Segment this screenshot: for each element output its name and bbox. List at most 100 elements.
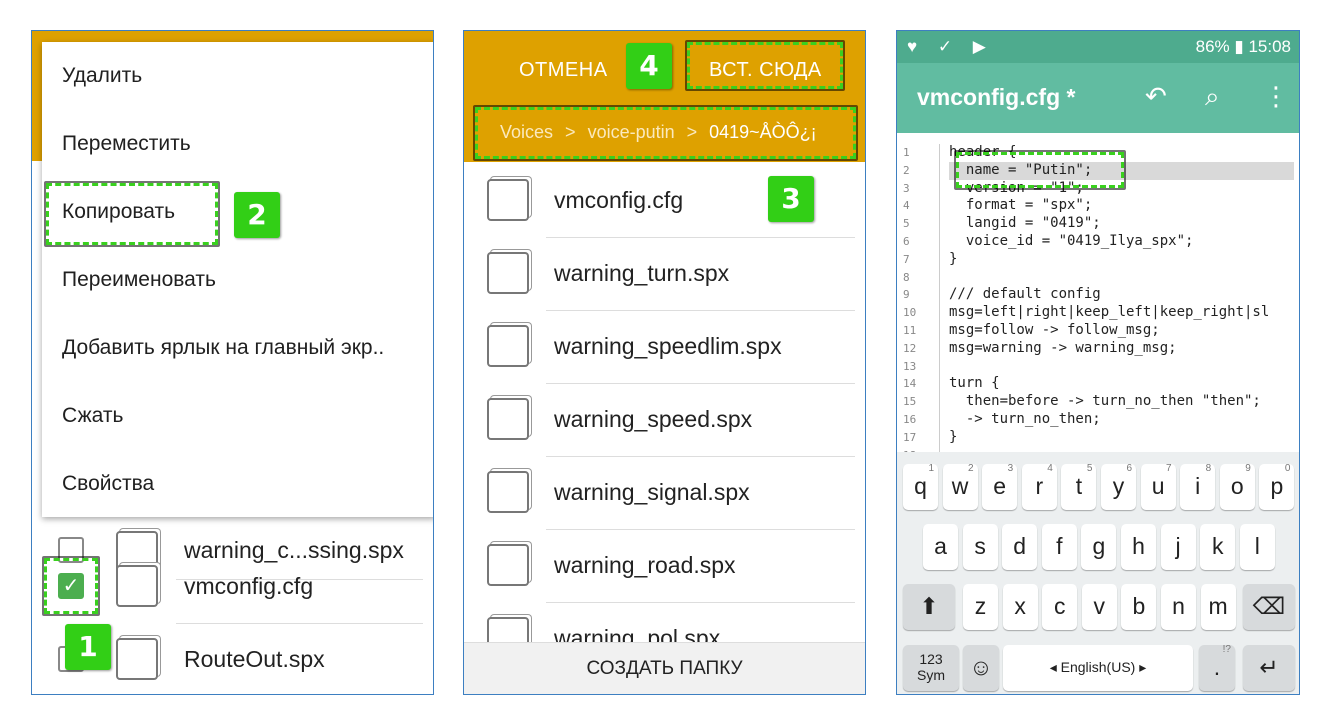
- code-line[interactable]: then=before -> turn_no_then "then";: [949, 393, 1269, 411]
- line-number: 15: [903, 395, 917, 409]
- space-bar[interactable]: ◂ English(US) ▸: [1003, 645, 1193, 691]
- enter-icon[interactable]: ↵: [1243, 645, 1295, 691]
- key-j[interactable]: j: [1160, 524, 1196, 570]
- line-number: 12: [903, 341, 917, 355]
- code-line[interactable]: [949, 269, 1269, 287]
- code-editor[interactable]: 123456789101112131415161718 header { nam…: [897, 134, 1299, 453]
- code-line[interactable]: -> turn_no_then;: [949, 411, 1269, 429]
- menu-item-properties[interactable]: Свойства: [42, 450, 433, 518]
- file-row[interactable]: warning_turn.spx: [464, 238, 865, 311]
- code-line[interactable]: header {: [949, 144, 1269, 162]
- file-name: warning_turn.spx: [554, 260, 730, 286]
- search-icon[interactable]: ⌕: [1205, 81, 1220, 113]
- sym-key[interactable]: 123 Sym: [903, 645, 959, 691]
- line-number: 7: [903, 252, 910, 266]
- file-row[interactable]: warning_speed.spx: [464, 384, 865, 457]
- code-line[interactable]: msg=warning -> warning_msg;: [949, 340, 1269, 358]
- chevron-right-icon: >: [686, 122, 698, 142]
- key-z[interactable]: z: [963, 584, 998, 630]
- line-number: 17: [903, 430, 917, 444]
- file-row[interactable]: warning_speedlim.spx: [464, 311, 865, 384]
- period-key[interactable]: !?.: [1199, 644, 1235, 691]
- paste-here-button[interactable]: ВСТ. СЮДА: [709, 59, 822, 82]
- panel-editor: ♥ ✓ ▶ 86% ▮ 15:08 vmconfig.cfg * ↶ ⌕ ⋮ 1…: [896, 30, 1300, 695]
- file-row[interactable]: warning_signal.spx: [464, 457, 865, 530]
- key-r[interactable]: 4r: [1021, 463, 1057, 510]
- line-number: 1: [903, 146, 910, 159]
- key-y[interactable]: 6y: [1101, 463, 1136, 510]
- code-line[interactable]: msg=left|right|keep_left|keep_right|sl: [949, 304, 1269, 322]
- menu-item-delete[interactable]: Удалить: [42, 42, 433, 110]
- key-w[interactable]: 2w: [942, 463, 978, 510]
- key-h[interactable]: h: [1121, 524, 1156, 570]
- status-bar: ♥ ✓ ▶ 86% ▮ 15:08: [897, 31, 1299, 63]
- key-t[interactable]: 5t: [1061, 463, 1097, 510]
- crumb-current[interactable]: 0419~ÅÒÔ¿¡: [709, 122, 817, 142]
- code-line[interactable]: name = "Putin";: [949, 162, 1269, 180]
- context-menu: Удалить Переместить Копировать Переимено…: [42, 42, 433, 518]
- code-line[interactable]: }: [949, 251, 1269, 269]
- key-v[interactable]: v: [1081, 584, 1117, 630]
- key-g[interactable]: g: [1081, 524, 1117, 570]
- file-icon: [487, 179, 529, 221]
- key-b[interactable]: b: [1121, 584, 1157, 630]
- code-line[interactable]: langid = "0419";: [949, 215, 1269, 233]
- menu-item-move[interactable]: Переместить: [42, 110, 433, 178]
- line-number: 3: [903, 181, 910, 195]
- line-number: 13: [903, 359, 917, 373]
- code-line[interactable]: turn {: [949, 375, 1269, 393]
- key-m[interactable]: m: [1200, 584, 1236, 630]
- line-number-gutter: 123456789101112131415161718: [897, 144, 940, 452]
- soft-keyboard: 123 Sym ☺ ◂ English(US) ▸ !?. ↵ ⬆ ⌫ 1q2w…: [897, 452, 1299, 694]
- file-icon: [487, 544, 529, 586]
- key-k[interactable]: k: [1200, 524, 1236, 570]
- menu-item-compress[interactable]: Сжать: [42, 382, 433, 450]
- line-number: 11: [903, 323, 917, 337]
- file-row[interactable]: warning_road.spx: [464, 530, 865, 603]
- code-line[interactable]: msg=follow -> follow_msg;: [949, 322, 1269, 340]
- key-n[interactable]: n: [1161, 584, 1196, 630]
- menu-item-rename[interactable]: Переименовать: [42, 246, 433, 314]
- editor-appbar: vmconfig.cfg * ↶ ⌕ ⋮: [897, 63, 1299, 133]
- file-row[interactable]: ✓ vmconfig.cfg: [32, 551, 433, 624]
- key-e[interactable]: 3e: [982, 463, 1018, 510]
- key-l[interactable]: l: [1239, 524, 1275, 570]
- shift-icon[interactable]: ⬆: [903, 584, 955, 630]
- code-line[interactable]: format = "spx";: [949, 197, 1269, 215]
- key-a[interactable]: a: [923, 524, 958, 570]
- code-line[interactable]: [949, 358, 1269, 376]
- code-line[interactable]: }: [949, 429, 1269, 447]
- code-line[interactable]: version = "1";: [949, 180, 1269, 198]
- key-u[interactable]: 7u: [1140, 463, 1176, 510]
- line-number: 16: [903, 412, 917, 426]
- key-x[interactable]: x: [1002, 584, 1038, 630]
- step-badge-4: 4: [626, 43, 672, 89]
- key-f[interactable]: f: [1041, 524, 1077, 570]
- file-name: vmconfig.cfg: [554, 187, 684, 213]
- key-c[interactable]: c: [1042, 584, 1078, 630]
- create-folder-button[interactable]: СОЗДАТЬ ПАПКУ: [464, 642, 865, 694]
- line-number: 14: [903, 377, 917, 391]
- undo-icon[interactable]: ↶: [1145, 81, 1167, 112]
- emoji-icon[interactable]: ☺: [963, 645, 999, 691]
- key-o[interactable]: 9o: [1219, 463, 1255, 510]
- key-i[interactable]: 8i: [1180, 463, 1216, 510]
- cancel-button[interactable]: ОТМЕНА: [519, 59, 608, 82]
- row-checkbox-checked[interactable]: ✓: [58, 573, 84, 599]
- key-d[interactable]: d: [1002, 524, 1038, 570]
- menu-item-add-shortcut[interactable]: Добавить ярлык на главный экр..: [42, 314, 433, 382]
- code-line[interactable]: /// default config: [949, 286, 1269, 304]
- key-q[interactable]: 1q: [903, 463, 938, 510]
- key-p[interactable]: 0p: [1259, 463, 1295, 510]
- line-number: 9: [903, 288, 910, 302]
- file-name: warning_speed.spx: [554, 406, 753, 432]
- overflow-menu-icon[interactable]: ⋮: [1263, 81, 1289, 112]
- crumb-voice-putin[interactable]: voice-putin: [588, 122, 675, 142]
- file-title: vmconfig.cfg *: [917, 84, 1076, 110]
- crumb-voices[interactable]: Voices: [500, 122, 553, 142]
- code-line[interactable]: voice_id = "0419_Ilya_spx";: [949, 233, 1269, 251]
- key-s[interactable]: s: [962, 524, 998, 570]
- code-text[interactable]: header { name = "Putin"; version = "1"; …: [949, 144, 1269, 452]
- breadcrumb: Voices > voice-putin >0419~ÅÒÔ¿¡: [500, 122, 817, 143]
- backspace-icon[interactable]: ⌫: [1243, 584, 1295, 630]
